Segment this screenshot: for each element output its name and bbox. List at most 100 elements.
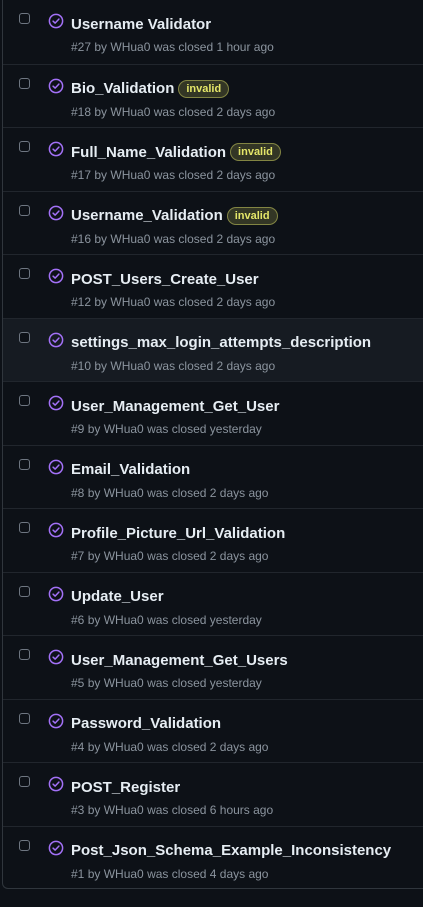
closed-issue-icon (48, 268, 64, 284)
issue-meta: #27 by WHua0 was closed 1 hour ago (71, 40, 274, 54)
issue-select-checkbox[interactable] (19, 585, 30, 597)
issue-number: #16 (71, 231, 92, 246)
issue-by-text: by (87, 803, 104, 817)
issue-row[interactable]: Username Validator #27 by WHua0 was clos… (3, 0, 423, 64)
issue-by-text: by (94, 40, 111, 54)
issue-number: #18 (71, 104, 92, 119)
issue-row[interactable]: Full_Name_Validation invalid #17 by WHua… (3, 127, 423, 191)
issue-row[interactable]: POST_Users_Create_User #12 by WHua0 was … (3, 254, 423, 318)
issue-title-link[interactable]: Email_Validation (71, 461, 190, 478)
issue-closed-text: was closed 2 days ago (153, 168, 276, 182)
issue-select-checkbox[interactable] (19, 649, 30, 660)
issue-author-link[interactable]: WHua0 (110, 295, 150, 309)
issue-author-link[interactable]: WHua0 (110, 40, 150, 54)
issue-row[interactable]: Post_Json_Schema_Example_Inconsistency #… (3, 825, 423, 889)
issue-meta: #12 by WHua0 was closed 2 days ago (71, 295, 275, 309)
issue-author-link[interactable]: WHua0 (110, 232, 150, 246)
issue-meta: #16 by WHua0 was closed 2 days ago (71, 232, 275, 246)
issue-title-link[interactable]: User_Management_Get_User (71, 398, 279, 415)
issue-row[interactable]: Update_User #6 by WHua0 was closed yeste… (3, 571, 423, 636)
issue-closed-text: was closed 2 days ago (153, 295, 276, 309)
issue-select-checkbox[interactable] (19, 268, 30, 279)
label-invalid-badge[interactable]: invalid (226, 206, 278, 225)
issue-closed-text: was closed yesterday (147, 612, 262, 627)
issue-number: #10 (71, 358, 92, 373)
issue-title-line: POST_Register (71, 776, 417, 798)
issue-author-link[interactable]: WHua0 (104, 422, 144, 436)
issue-author-link[interactable]: WHua0 (110, 359, 150, 373)
issue-title-line: Post_Json_Schema_Example_Inconsistency (71, 840, 417, 862)
issue-select-checkbox[interactable] (19, 458, 30, 470)
issue-select-checkbox[interactable] (19, 13, 30, 24)
issue-author-link[interactable]: WHua0 (104, 549, 144, 563)
issue-title-link[interactable]: Username_Validation (71, 207, 223, 224)
issue-title-line: Password_Validation (71, 713, 417, 735)
issue-author-link[interactable]: WHua0 (104, 740, 144, 754)
issue-title-line: Full_Name_Validation invalid (71, 141, 417, 163)
issue-meta: #6 by WHua0 was closed yesterday (71, 613, 262, 627)
issue-author-link[interactable]: WHua0 (110, 168, 150, 182)
issue-row[interactable]: User_Management_Get_Users #5 by WHua0 wa… (3, 635, 423, 699)
issue-author-link[interactable]: WHua0 (104, 867, 144, 881)
issue-by-text: by (87, 422, 104, 436)
issue-meta: #4 by WHua0 was closed 2 days ago (71, 740, 268, 754)
issue-title-link[interactable]: POST_Register (71, 779, 180, 796)
issue-author-link[interactable]: WHua0 (104, 486, 144, 500)
issue-row[interactable]: Password_Validation #4 by WHua0 was clos… (3, 698, 423, 763)
label-invalid-badge[interactable]: invalid (230, 143, 281, 161)
issue-select-checkbox[interactable] (19, 331, 30, 343)
issue-by-text: by (94, 295, 111, 309)
issue-author-link[interactable]: WHua0 (110, 105, 150, 119)
issue-meta: #10 by WHua0 was closed 2 days ago (71, 359, 275, 373)
issue-number: #5 (71, 676, 85, 690)
issue-title-line: settings_max_login_attempts_description (71, 332, 417, 354)
issue-author-link[interactable]: WHua0 (104, 803, 144, 817)
issue-select-checkbox[interactable] (19, 77, 30, 89)
issue-title-link[interactable]: Full_Name_Validation (71, 144, 226, 161)
issue-row[interactable]: User_Management_Get_User #9 by WHua0 was… (3, 381, 423, 445)
issue-row[interactable]: POST_Register #3 by WHua0 was closed 6 h… (3, 762, 423, 826)
closed-issue-icon (48, 586, 64, 601)
issue-title-link[interactable]: Username Validator (71, 16, 211, 33)
issue-title-line: Username Validator (71, 13, 417, 35)
issue-closed-text: was closed 2 days ago (153, 104, 276, 119)
label-invalid-badge[interactable]: invalid (178, 79, 230, 98)
issue-title-link[interactable]: POST_Users_Create_User (71, 271, 259, 288)
issue-title-link[interactable]: User_Management_Get_Users (71, 652, 288, 669)
issue-closed-text: was closed 1 hour ago (153, 40, 274, 54)
issue-row[interactable]: Bio_Validation invalid #18 by WHua0 was … (3, 63, 423, 128)
issue-row[interactable]: Profile_Picture_Url_Validation #7 by WHu… (3, 508, 423, 572)
issue-row[interactable]: Username_Validation invalid #16 by WHua0… (3, 190, 423, 255)
issue-by-text: by (87, 549, 104, 563)
closed-issue-icon (48, 395, 64, 411)
closed-issue-icon (48, 13, 64, 29)
issue-title-line: Update_User (71, 586, 417, 608)
issue-closed-text: was closed 2 days ago (147, 485, 269, 500)
issue-select-checkbox[interactable] (19, 776, 30, 787)
issue-select-checkbox[interactable] (19, 522, 30, 533)
issue-by-text: by (87, 866, 104, 881)
issue-select-checkbox[interactable] (19, 395, 30, 406)
issue-title-link[interactable]: settings_max_login_attempts_description (71, 334, 371, 351)
issue-by-text: by (94, 231, 111, 246)
closed-issue-icon (48, 776, 64, 792)
issue-closed-text: was closed yesterday (147, 422, 262, 436)
issue-title-link[interactable]: Password_Validation (71, 715, 221, 732)
issue-author-link[interactable]: WHua0 (104, 613, 144, 627)
closed-issue-icon (48, 522, 64, 538)
issue-title-link[interactable]: Post_Json_Schema_Example_Inconsistency (71, 842, 391, 859)
issue-title-line: POST_Users_Create_User (71, 268, 417, 290)
issue-author-link[interactable]: WHua0 (104, 676, 144, 690)
issue-select-checkbox[interactable] (19, 141, 30, 152)
issue-select-checkbox[interactable] (19, 712, 30, 724)
issue-select-checkbox[interactable] (19, 204, 30, 216)
issue-title-link[interactable]: Profile_Picture_Url_Validation (71, 525, 285, 542)
issue-title-line: Username_Validation invalid (71, 205, 417, 227)
issue-row[interactable]: settings_max_login_attempts_description … (3, 317, 423, 381)
issue-row[interactable]: Email_Validation #8 by WHua0 was closed … (3, 444, 423, 509)
issue-title-link[interactable]: Bio_Validation (71, 80, 174, 97)
closed-issue-icon (48, 713, 64, 728)
issue-select-checkbox[interactable] (19, 839, 30, 851)
issue-number: #27 (71, 40, 92, 54)
issue-title-link[interactable]: Update_User (71, 588, 164, 605)
